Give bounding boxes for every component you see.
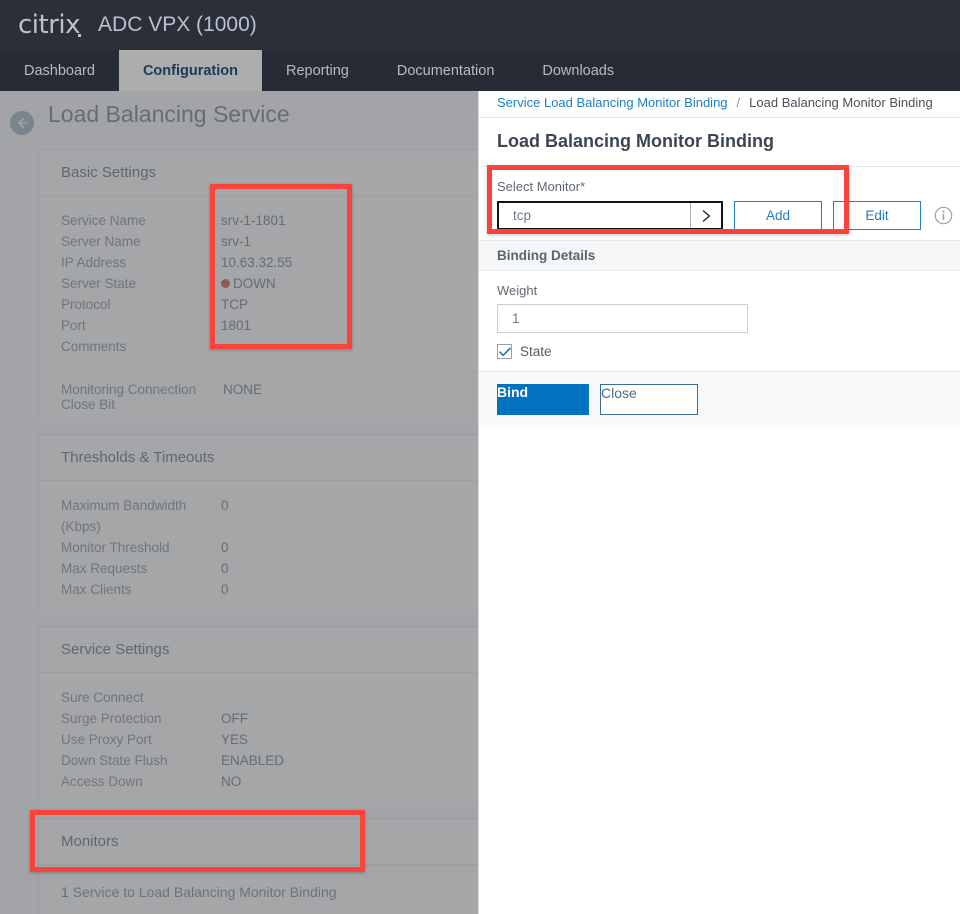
tab-dashboard[interactable]: Dashboard <box>0 50 119 91</box>
navbar: Dashboard Configuration Reporting Docume… <box>0 50 960 91</box>
label-max-bandwidth: Maximum Bandwidth (Kbps) <box>61 495 221 537</box>
label-service-name: Service Name <box>61 210 221 231</box>
breadcrumb: Service Load Balancing Monitor Binding /… <box>479 88 960 118</box>
value-server-state: DOWN <box>221 273 276 294</box>
tab-downloads[interactable]: Downloads <box>518 50 638 91</box>
label-ip-address: IP Address <box>61 252 221 273</box>
status-dot-down <box>221 279 230 288</box>
monitor-binding-label: Service to Load Balancing Monitor Bindin… <box>69 884 337 900</box>
citrix-logo-dot <box>78 34 81 37</box>
value-max-bandwidth: 0 <box>221 495 229 537</box>
panel-footer: Bind Close <box>479 371 960 427</box>
value-surge-protection: OFF <box>221 708 248 729</box>
select-monitor-input[interactable] <box>499 203 690 228</box>
label-sure-connect: Sure Connect <box>61 687 221 708</box>
weight-label: Weight <box>497 283 942 298</box>
breadcrumb-current: Load Balancing Monitor Binding <box>749 95 933 110</box>
close-button[interactable]: Close <box>600 384 698 415</box>
label-access-down: Access Down <box>61 771 221 792</box>
chevron-right-icon <box>700 209 713 223</box>
value-protocol: TCP <box>221 294 248 315</box>
select-monitor-block: Select Monitor* Add Edit <box>479 167 960 240</box>
label-monitor-threshold: Monitor Threshold <box>61 537 221 558</box>
page-title: Load Balancing Service <box>48 101 290 128</box>
info-icon-wrap[interactable] <box>934 201 953 230</box>
state-checkbox[interactable] <box>497 344 512 359</box>
panel-title: Load Balancing Monitor Binding <box>479 118 960 167</box>
value-max-requests: 0 <box>221 558 229 579</box>
bind-button[interactable]: Bind <box>497 384 589 415</box>
value-monitor-threshold: 0 <box>221 537 229 558</box>
back-button[interactable] <box>10 111 34 135</box>
select-monitor-expand-button[interactable] <box>690 203 721 228</box>
value-down-state-flush: ENABLED <box>221 750 284 771</box>
citrix-logo-text: citrix <box>18 10 80 40</box>
add-monitor-button[interactable]: Add <box>734 201 822 230</box>
value-service-name: srv-1-1801 <box>221 210 286 231</box>
binding-details-heading: Binding Details <box>479 240 960 271</box>
label-surge-protection: Surge Protection <box>61 708 221 729</box>
value-use-proxy-port: YES <box>221 729 248 750</box>
label-monitoring-close-bit: Monitoring Connection Close Bit <box>61 382 223 412</box>
monitor-binding-count: 1 <box>61 884 69 900</box>
label-port: Port <box>61 315 221 336</box>
topbar: citrix ADC VPX (1000) <box>0 0 960 50</box>
label-server-name: Server Name <box>61 231 221 252</box>
checkmark-icon <box>499 347 511 357</box>
label-down-state-flush: Down State Flush <box>61 750 221 771</box>
breadcrumb-separator: / <box>737 95 741 110</box>
monitor-binding-panel: Service Load Balancing Monitor Binding /… <box>478 88 960 914</box>
state-label: State <box>520 344 552 359</box>
value-ip-address: 10.63.32.55 <box>221 252 292 273</box>
server-state-text: DOWN <box>233 276 276 291</box>
tab-reporting[interactable]: Reporting <box>262 50 373 91</box>
weight-field-block: Weight <box>479 271 960 333</box>
tab-documentation[interactable]: Documentation <box>373 50 519 91</box>
label-comments: Comments <box>61 336 221 357</box>
value-access-down: NO <box>221 771 241 792</box>
info-icon <box>934 206 953 225</box>
select-monitor-row: Add Edit <box>497 201 942 230</box>
value-server-name: srv-1 <box>221 231 251 252</box>
value-max-clients: 0 <box>221 579 229 600</box>
value-monitoring-close-bit: NONE <box>223 382 262 412</box>
citrix-logo: citrix <box>18 10 80 40</box>
label-use-proxy-port: Use Proxy Port <box>61 729 221 750</box>
edit-monitor-button[interactable]: Edit <box>833 201 921 230</box>
label-protocol: Protocol <box>61 294 221 315</box>
panel-empty-area <box>479 427 960 428</box>
state-checkbox-row[interactable]: State <box>479 333 960 371</box>
select-monitor-input-wrap <box>497 201 723 230</box>
label-server-state: Server State <box>61 273 221 294</box>
label-max-requests: Max Requests <box>61 558 221 579</box>
label-max-clients: Max Clients <box>61 579 221 600</box>
weight-input[interactable] <box>497 304 748 333</box>
breadcrumb-parent-link[interactable]: Service Load Balancing Monitor Binding <box>497 95 728 110</box>
arrow-left-icon <box>15 116 29 130</box>
select-monitor-label: Select Monitor* <box>497 179 942 194</box>
value-port: 1801 <box>221 315 251 336</box>
app-title: ADC VPX (1000) <box>98 13 257 37</box>
tab-configuration[interactable]: Configuration <box>119 50 262 91</box>
app-root: Load Balancing Service Basic Settings Se… <box>0 0 960 914</box>
